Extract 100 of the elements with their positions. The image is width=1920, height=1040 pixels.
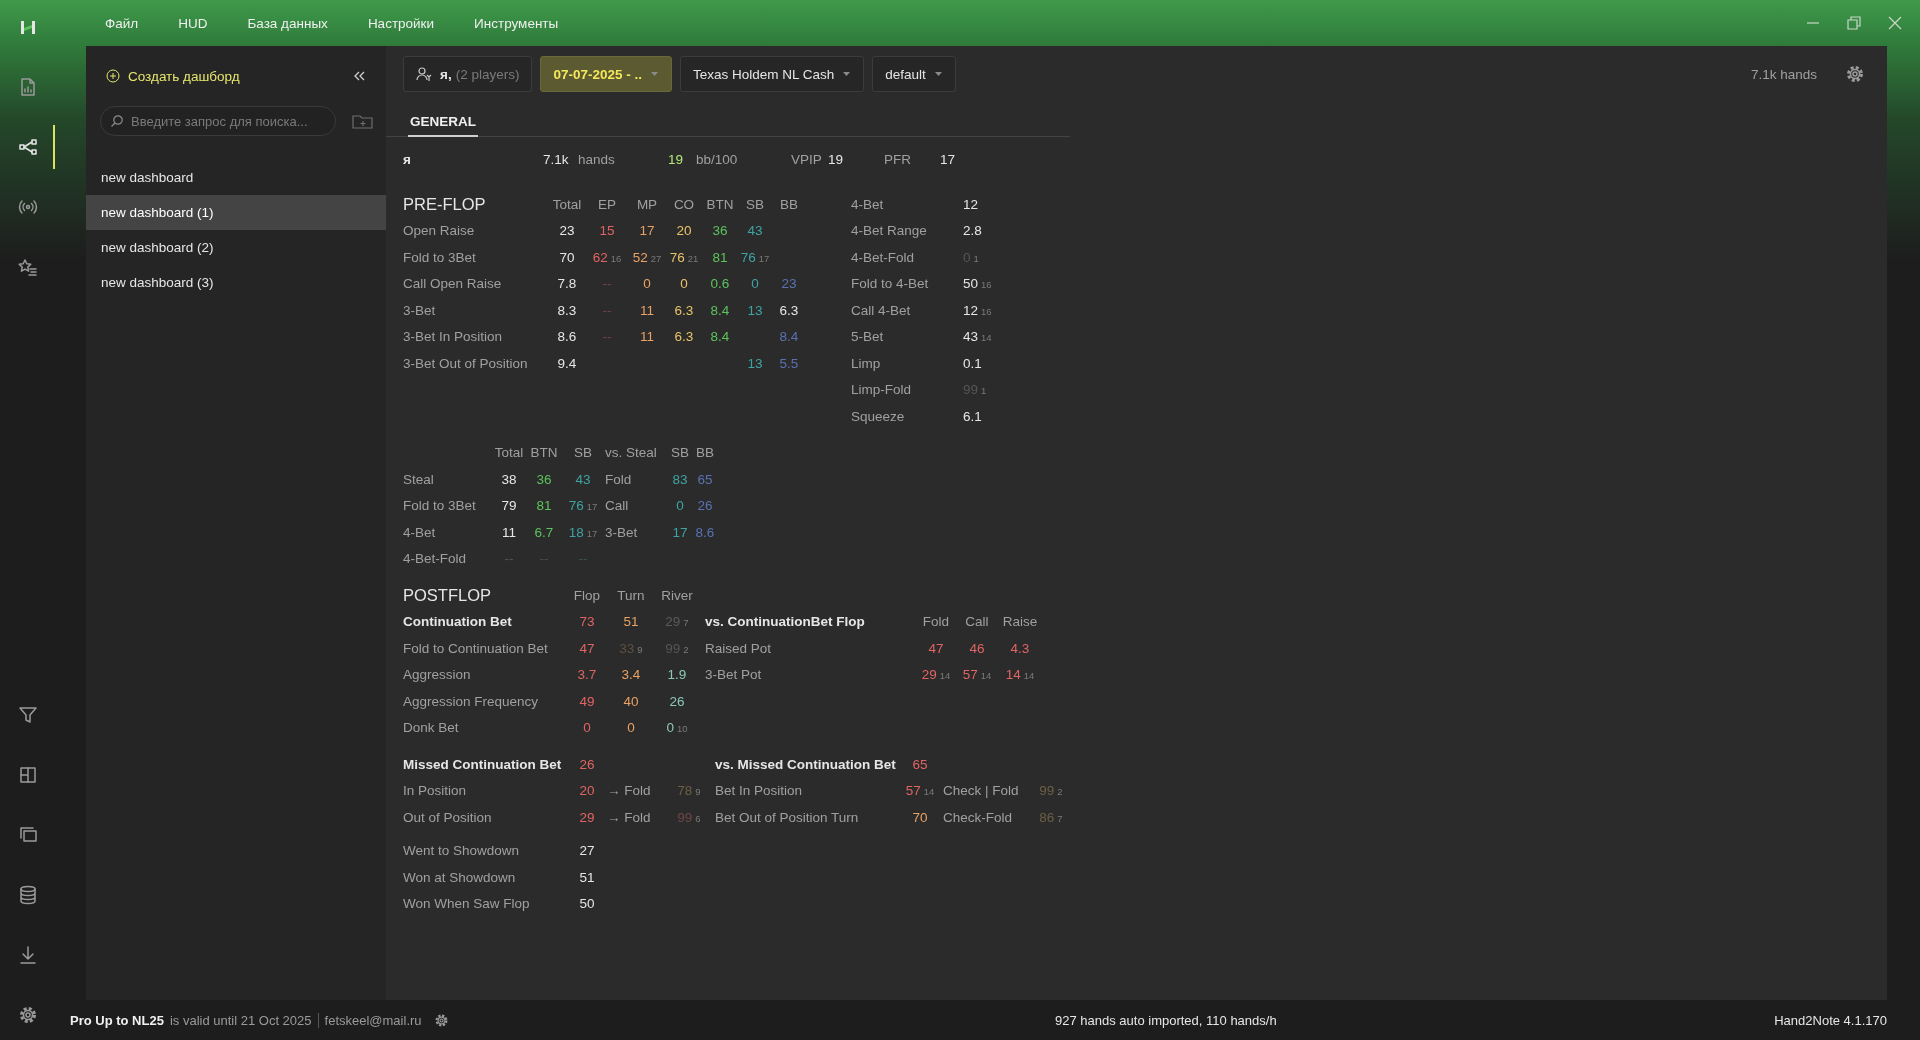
plan-name: Pro Up to NL25 [70, 1012, 164, 1028]
stat-label: Check-Fold [943, 809, 1014, 825]
stat-value: 7.1k [543, 151, 570, 167]
collapse-icon[interactable] [352, 69, 366, 83]
stat-value: 12 [963, 196, 979, 212]
stat-value: 13 [747, 355, 763, 371]
menu-item[interactable]: База данных [247, 15, 328, 31]
column-header: SB [573, 445, 593, 461]
stat-label: Bet In Position [715, 783, 804, 799]
menu-item[interactable]: Файл [105, 15, 139, 31]
sample-count: 9 [695, 786, 701, 798]
column-header: Total [493, 445, 525, 461]
stat-label: vs. Missed Continuation Bet [715, 756, 897, 772]
column-header: BTN [529, 445, 559, 461]
stat-label: vs. ContinuationBet Flop [705, 614, 866, 630]
stat-value: 1.9 [667, 667, 687, 683]
stat-value: 19 [828, 151, 845, 167]
column-header: BB [779, 196, 799, 212]
stat-label: Steal [403, 471, 435, 487]
column-header: SB [670, 445, 690, 461]
stat-value: 0.6 [710, 276, 730, 292]
close-icon[interactable] [1888, 16, 1902, 30]
stat-label: 4-Bet-Fold [851, 249, 916, 265]
column-header: Flop [572, 587, 602, 603]
stat-label: Fold to Continuation Bet [403, 640, 549, 656]
tab[interactable]: GENERAL [408, 114, 478, 137]
menu-item[interactable]: Инструменты [474, 15, 559, 31]
column-header: BB [695, 445, 715, 461]
stat-value: 49 [579, 693, 595, 709]
menu-item[interactable]: HUD [178, 15, 208, 31]
settings-icon[interactable] [433, 1012, 449, 1028]
stat-value: 26 [669, 693, 685, 709]
stat-value: 6.3 [779, 302, 799, 318]
stat-value: 14 [1005, 667, 1021, 683]
sample-count: 17 [758, 252, 770, 264]
sample-count: 14 [981, 332, 992, 344]
dashboard-item[interactable]: new dashboard (3) [86, 265, 386, 300]
stat-value: 9.4 [557, 355, 577, 371]
stat-label: PFR [884, 151, 912, 167]
stat-value: 11 [502, 524, 516, 540]
stat-value: 4.3 [1010, 640, 1030, 656]
version-label: Hand2Note 4.1.170 [1774, 1012, 1887, 1028]
sample-count: 1 [973, 252, 979, 264]
search-icon [110, 114, 124, 128]
stat-value: -- [504, 551, 514, 567]
stat-value: 17 [940, 151, 957, 167]
stat-label: Fold to 4-Bet [851, 276, 930, 292]
stat-value: 83 [672, 471, 688, 487]
stat-label: Open Raise [403, 223, 476, 239]
filter-dropdown[interactable]: default [872, 56, 956, 92]
stat-value: 6.3 [674, 329, 694, 345]
create-dashboard-button[interactable]: Создать дашборд [106, 68, 240, 84]
dashboard-item[interactable]: new dashboard [86, 160, 386, 195]
stat-value: 17 [639, 223, 655, 239]
search-field[interactable]: Введите запрос для поиска... [100, 106, 336, 136]
stat-value: 5.5 [779, 355, 799, 371]
sample-count: 27 [650, 252, 662, 264]
restore-icon[interactable] [1847, 16, 1861, 30]
stat-value: 23 [781, 276, 797, 292]
stat-label: 4-Bet Range [851, 223, 928, 239]
menu-item[interactable]: Настройки [367, 15, 435, 31]
stat-label: VPIP [791, 151, 823, 167]
stat-value: -- [602, 302, 612, 318]
stat-value: 26 [697, 498, 713, 514]
stat-value: 79 [501, 498, 517, 514]
database-icon [17, 885, 38, 905]
settings-icon[interactable] [1845, 64, 1865, 84]
player-selector[interactable]: я, (2 players) [403, 56, 533, 92]
game-type-dropdown[interactable]: Texas Holdem NL Cash [680, 56, 865, 92]
stat-label: Check | Fold [943, 783, 1020, 799]
date-range-dropdown[interactable]: 07-07-2025 - .. [540, 56, 672, 92]
add-folder-icon[interactable] [352, 113, 374, 129]
stat-value: 0 [751, 276, 759, 292]
stat-value: 76 [740, 249, 756, 265]
stat-label: Out of Position [403, 809, 493, 825]
column-header: Turn [616, 587, 646, 603]
sample-count: 21 [687, 252, 699, 264]
stat-value: 23 [559, 223, 575, 239]
stat-label: Won at Showdown [403, 869, 517, 885]
stat-value: -- [578, 551, 588, 567]
stat-label: 3-Bet In Position [403, 329, 504, 345]
stat-value: 3.4 [621, 667, 641, 683]
stat-label: Missed Continuation Bet [403, 756, 563, 772]
stat-value: 20 [579, 783, 595, 799]
dashboard-item[interactable]: new dashboard (1) [86, 195, 386, 230]
stat-label: Limp-Fold [851, 382, 913, 398]
filter-icon [17, 705, 38, 725]
column-header: SB [745, 196, 765, 212]
sample-count: 17 [586, 527, 598, 539]
stat-value: 8.3 [557, 302, 577, 318]
stat-label: 4-Bet-Fold [403, 551, 468, 567]
stat-label: Aggression Frequency [403, 693, 540, 709]
column-header: Raise [1001, 614, 1039, 630]
stat-value: 2.8 [963, 223, 982, 239]
dashboard-item[interactable]: new dashboard (2) [86, 230, 386, 265]
column-header: EP [597, 196, 617, 212]
section-title: POSTFLOP [403, 585, 493, 605]
stat-value: 8.4 [779, 329, 799, 345]
stat-value: 3.7 [577, 667, 597, 683]
stat-label: Call 4-Bet [851, 302, 912, 318]
